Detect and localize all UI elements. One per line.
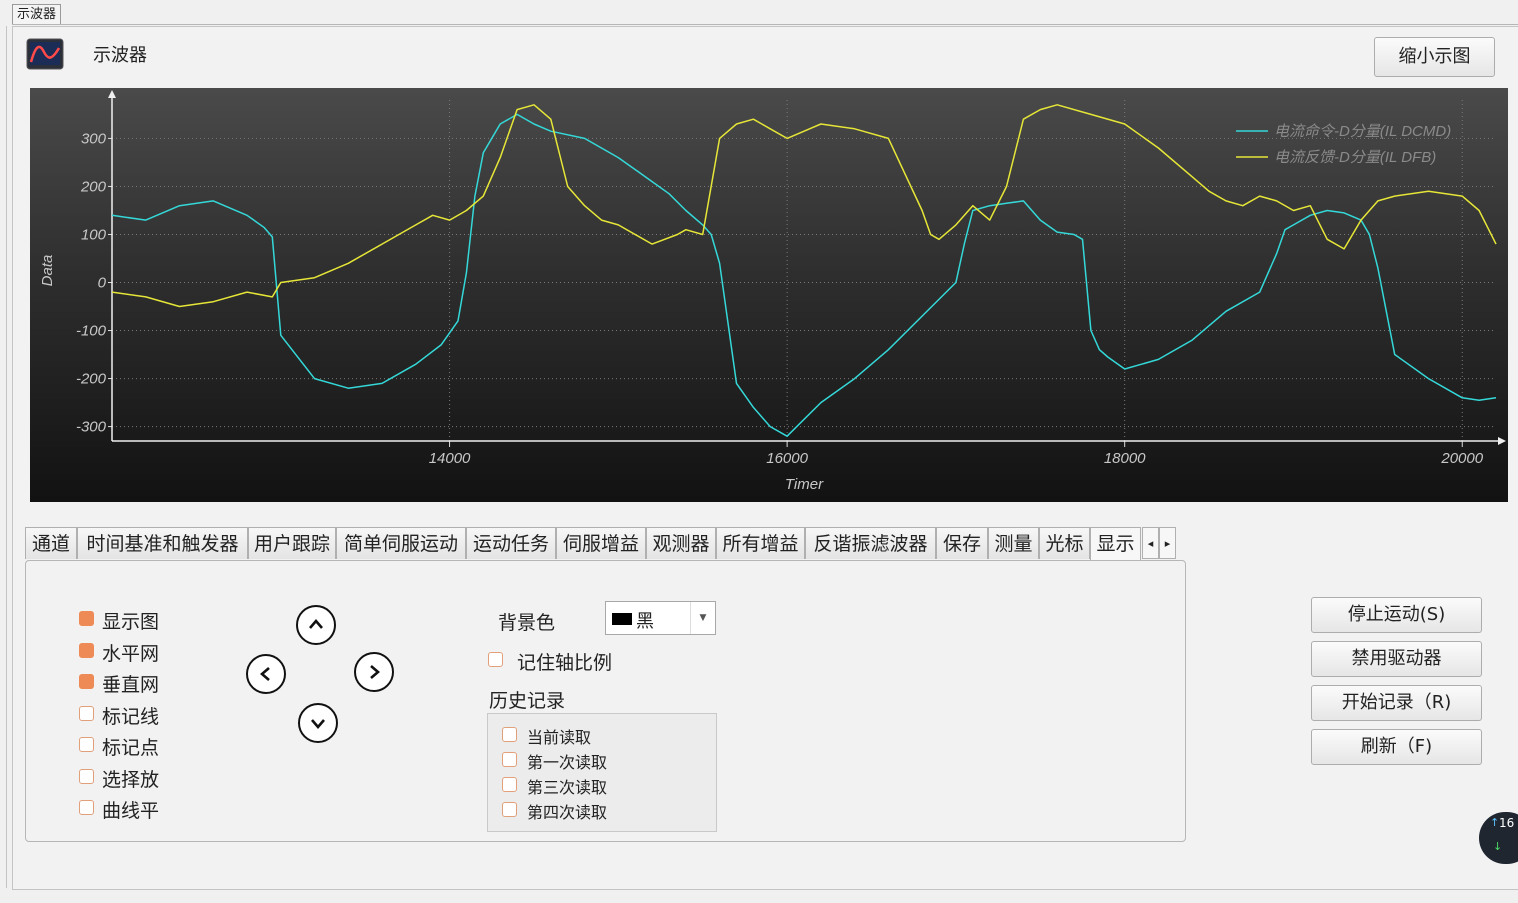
display-checkbox-label-1: 水平网 [102,643,160,665]
tab-9[interactable]: 保存 [936,527,988,559]
y-tick-label-3: 0 [98,275,107,292]
display-checkbox-1[interactable] [79,643,94,658]
x-tick-label-2: 18000 [1104,450,1146,467]
display-checkbox-label-5: 选择放 [102,769,160,791]
display-checkbox-label-6: 曲线平 [102,800,160,822]
history-checkbox-0[interactable] [502,727,517,742]
tab-10[interactable]: 测量 [988,527,1039,559]
chevron-right-icon[interactable] [354,652,394,692]
page-title: 示波器 [93,45,147,66]
download-arrow-icon: ↓ [1493,840,1503,853]
tab-8[interactable]: 反谐振滤波器 [805,527,936,559]
y-tick-label-1: 200 [80,178,107,195]
left-divider [6,26,7,888]
disable-drive-button[interactable]: 禁用驱动器 [1311,641,1482,677]
tab-scroll-left-icon[interactable]: ◂ [1142,527,1159,559]
legend-label-0: 电流命令-D分量(IL DCMD) [1274,123,1451,140]
history-label-2: 第三次读取 [527,778,608,797]
display-checkbox-label-4: 标记点 [102,737,160,759]
display-checkbox-2[interactable] [79,674,94,689]
x-tick-label-0: 14000 [429,450,471,467]
history-title: 历史记录 [489,690,566,712]
oscilloscope-chart[interactable]: 300 200 100 0 -100 -200 -300 14000 16000 18000 200… [30,88,1508,502]
upload-arrow-icon: ↑ [1490,816,1500,829]
tab-0[interactable]: 通道 [25,527,77,559]
color-swatch [612,613,632,625]
tab-12[interactable]: 显示 [1090,527,1141,561]
x-tick-label-1: 16000 [766,450,808,467]
legend-label-1: 电流反馈-D分量(IL DFB) [1274,149,1436,166]
remember-axis-label: 记住轴比例 [517,652,613,674]
tab-2[interactable]: 用户跟踪 [248,527,336,559]
document-tab[interactable]: 示波器 [12,4,62,24]
chevron-down-icon[interactable] [298,703,338,743]
background-color-label: 背景色 [498,612,556,634]
display-checkbox-5[interactable] [79,769,94,784]
display-checkbox-label-0: 显示图 [102,611,160,633]
chevron-left-icon[interactable] [246,654,286,694]
history-label-3: 第四次读取 [527,803,608,822]
x-axis-label: Timer [785,476,824,493]
tab-1[interactable]: 时间基准和触发器 [77,527,248,559]
y-axis-arrow [108,90,116,98]
tab-scroll-right-icon[interactable]: ▸ [1159,527,1176,559]
history-label-0: 当前读取 [527,728,592,747]
history-checkbox-3[interactable] [502,802,517,817]
tab-11[interactable]: 光标 [1039,527,1090,559]
tab-5[interactable]: 伺服增益 [556,527,646,559]
tab-strip-divider [12,24,1518,25]
display-checkbox-6[interactable] [79,800,94,815]
display-checkbox-label-3: 标记线 [102,706,160,728]
y-tick-label-4: -100 [76,323,107,340]
history-checkbox-2[interactable] [502,777,517,792]
chevron-up-icon[interactable] [296,605,336,645]
tab-6[interactable]: 观测器 [646,527,716,559]
start-record-button[interactable]: 开始记录（R) [1311,685,1482,721]
refresh-button[interactable]: 刷新（F) [1311,729,1482,765]
tab-7[interactable]: 所有增益 [716,527,805,559]
display-checkbox-4[interactable] [79,737,94,752]
oscilloscope-icon [26,38,64,72]
tab-3[interactable]: 简单伺服运动 [336,527,466,559]
shrink-view-button[interactable]: 缩小示图 [1374,37,1495,77]
display-checkbox-label-2: 垂直网 [102,674,160,696]
history-label-1: 第一次读取 [527,753,608,772]
remember-axis-checkbox[interactable] [488,652,503,667]
y-tick-label-0: 300 [81,130,107,147]
display-checkbox-3[interactable] [79,706,94,721]
tab-4[interactable]: 运动任务 [466,527,556,559]
x-axis-arrow [1498,437,1506,445]
badge-value: 16 [1499,816,1515,830]
stop-motion-button[interactable]: 停止运动(S) [1311,597,1482,633]
chart-canvas: 300 200 100 0 -100 -200 -300 14000 16000 18000 200… [39,90,1506,493]
x-tick-label-3: 20000 [1440,450,1483,467]
y-tick-label-2: 100 [81,226,107,243]
y-tick-label-6: -300 [76,419,107,436]
background-color-value: 黑 [636,611,654,632]
dropdown-arrow-icon: ▼ [690,602,715,634]
background-color-select[interactable]: 黑 ▼ [605,601,716,635]
y-axis-label: Data [39,255,56,287]
display-checkbox-0[interactable] [79,611,94,626]
y-tick-label-5: -200 [76,371,107,388]
history-checkbox-1[interactable] [502,752,517,767]
